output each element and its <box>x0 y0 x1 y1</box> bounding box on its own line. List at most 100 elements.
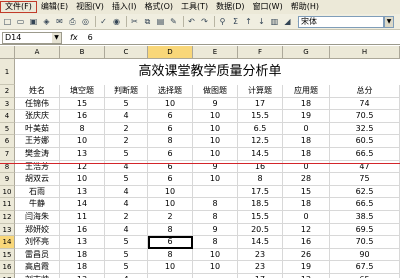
score-cell[interactable]: 8 <box>193 211 238 224</box>
name-cell[interactable]: 王芳娜 <box>15 135 60 148</box>
score-cell[interactable]: 13 <box>60 274 105 278</box>
print-icon[interactable]: ⎙ <box>67 16 78 27</box>
menu-item[interactable]: 帮助(H) <box>287 1 323 13</box>
score-cell[interactable]: 12 <box>283 274 330 278</box>
score-cell[interactable]: 8 <box>148 223 193 237</box>
name-cell[interactable]: 刘志帅 <box>15 274 60 278</box>
score-cell[interactable]: 5 <box>105 236 148 249</box>
score-cell[interactable]: 6 <box>148 122 193 136</box>
paste-icon[interactable]: ▤ <box>155 16 166 27</box>
name-cell[interactable]: 雷昌员 <box>15 248 60 262</box>
row-header[interactable]: 5 <box>0 122 15 136</box>
name-cell[interactable]: 刘怀亮 <box>15 236 60 249</box>
name-box[interactable]: D14 ▼ <box>2 31 62 44</box>
score-cell[interactable]: 17 <box>238 97 283 111</box>
score-cell[interactable]: 6 <box>148 173 193 186</box>
column-header[interactable]: B <box>60 46 105 59</box>
score-cell[interactable]: 5 <box>105 148 148 161</box>
redo-icon[interactable]: ↷ <box>199 16 210 27</box>
score-cell[interactable]: 8 <box>148 135 193 148</box>
name-cell[interactable]: 张庆庆 <box>15 110 60 123</box>
score-cell[interactable]: 2 <box>105 135 148 148</box>
score-cell[interactable]: 9 <box>193 223 238 237</box>
score-cell[interactable]: 5 <box>105 173 148 186</box>
row-header[interactable]: 2 <box>0 85 15 98</box>
score-cell[interactable]: 10 <box>60 135 105 148</box>
menu-item[interactable]: 格式(O) <box>140 1 177 13</box>
score-cell[interactable]: 66.5 <box>330 198 400 211</box>
score-cell[interactable]: 4 <box>105 274 148 278</box>
name-cell[interactable]: 郑妍姣 <box>15 223 60 237</box>
name-cell[interactable]: 石雨 <box>15 185 60 199</box>
score-cell[interactable]: 8 <box>60 122 105 136</box>
score-cell[interactable]: 8 <box>148 248 193 262</box>
undo-icon[interactable]: ↶ <box>186 16 197 27</box>
score-cell[interactable]: 16 <box>60 110 105 123</box>
score-cell[interactable]: 20.5 <box>238 223 283 237</box>
score-cell[interactable]: 19 <box>283 110 330 123</box>
score-cell[interactable]: 8 <box>238 173 283 186</box>
score-cell[interactable]: 18 <box>60 248 105 262</box>
menu-item[interactable]: 插入(I) <box>108 1 141 13</box>
column-header[interactable]: G <box>283 46 330 59</box>
score-cell[interactable]: 10 <box>148 97 193 111</box>
formula-value[interactable]: 6 <box>88 33 93 42</box>
row-header[interactable]: 15 <box>0 248 15 262</box>
score-cell[interactable]: 17.5 <box>238 185 283 199</box>
score-cell[interactable]: 6 <box>148 110 193 123</box>
score-cell[interactable]: 74 <box>330 97 400 111</box>
score-cell[interactable]: 19 <box>283 261 330 274</box>
score-cell[interactable]: 18 <box>283 198 330 211</box>
score-cell[interactable]: 15.5 <box>238 110 283 123</box>
score-cell[interactable]: 62.5 <box>330 185 400 199</box>
column-title-cell[interactable]: 判断题 <box>105 85 148 98</box>
font-name-field[interactable]: 宋体 <box>298 16 384 28</box>
select-all-corner[interactable] <box>0 46 15 59</box>
drawing-icon[interactable]: ◢ <box>282 16 293 27</box>
score-cell[interactable]: 10 <box>148 198 193 211</box>
score-cell[interactable]: 13 <box>60 236 105 249</box>
score-cell[interactable]: 32.5 <box>330 122 400 136</box>
score-cell[interactable]: 60.5 <box>330 135 400 148</box>
score-cell[interactable]: 0 <box>283 211 330 224</box>
chart-wizard-icon[interactable]: ▥ <box>269 16 280 27</box>
score-cell[interactable]: 18 <box>283 148 330 161</box>
score-cell[interactable]: 10 <box>148 261 193 274</box>
score-cell[interactable]: 10 <box>193 110 238 123</box>
function-icon[interactable]: fx <box>70 33 78 42</box>
score-cell[interactable]: 2 <box>105 122 148 136</box>
score-cell[interactable]: 69.5 <box>330 223 400 237</box>
row-header[interactable]: 6 <box>0 135 15 148</box>
name-cell[interactable]: 牛静 <box>15 198 60 211</box>
score-cell[interactable]: 6 <box>148 236 193 249</box>
score-cell[interactable]: 15 <box>60 97 105 111</box>
column-title-cell[interactable]: 选择题 <box>148 85 193 98</box>
row-header[interactable]: 14 <box>0 236 15 249</box>
score-cell[interactable]: 2 <box>105 211 148 224</box>
score-cell[interactable]: 5 <box>105 248 148 262</box>
menu-item[interactable]: 工具(T) <box>177 1 212 13</box>
row-header[interactable]: 11 <box>0 198 15 211</box>
column-header[interactable]: F <box>238 46 283 59</box>
score-cell[interactable]: 18 <box>283 135 330 148</box>
score-cell[interactable]: 14.5 <box>238 148 283 161</box>
score-cell[interactable]: 90 <box>330 248 400 262</box>
name-cell[interactable]: 叶美茹 <box>15 122 60 136</box>
score-cell[interactable]: 18.5 <box>238 198 283 211</box>
score-cell[interactable]: 16 <box>283 236 330 249</box>
score-cell[interactable]: 4 <box>105 185 148 199</box>
column-header[interactable]: C <box>105 46 148 59</box>
score-cell[interactable]: 14.5 <box>238 236 283 249</box>
row-header[interactable]: 1 <box>0 59 15 85</box>
row-header[interactable]: 7 <box>0 148 15 161</box>
score-cell[interactable]: 10 <box>193 148 238 161</box>
cut-icon[interactable]: ✂ <box>129 16 140 27</box>
autosum-icon[interactable]: Σ <box>230 16 241 27</box>
name-cell[interactable]: 任锦伟 <box>15 97 60 111</box>
score-cell[interactable]: 10 <box>60 173 105 186</box>
score-cell[interactable]: 5 <box>105 97 148 111</box>
row-header[interactable]: 16 <box>0 261 15 274</box>
score-cell[interactable]: 38.5 <box>330 211 400 224</box>
score-cell[interactable]: 65 <box>330 274 400 278</box>
name-cell[interactable]: 樊金涛 <box>15 148 60 161</box>
